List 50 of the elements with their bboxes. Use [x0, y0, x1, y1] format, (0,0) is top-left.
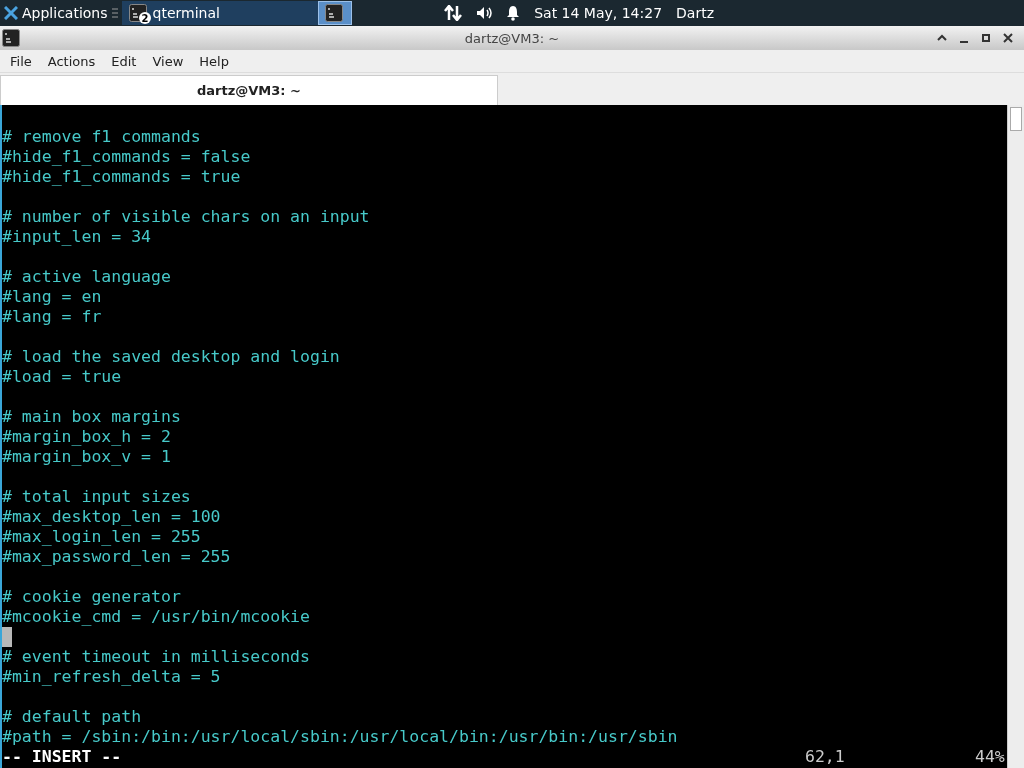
code-line: #load = true [2, 367, 122, 386]
code-line: # remove f1 commands [2, 127, 201, 146]
terminal-icon [324, 4, 343, 22]
window-title: dartz@VM3: ~ [464, 30, 560, 46]
x-logo-icon [4, 6, 18, 20]
code-line: # active language [2, 267, 171, 286]
terminal-icon [2, 29, 20, 47]
menu-item[interactable]: Help [191, 53, 237, 69]
scrollbar[interactable] [1007, 105, 1024, 768]
count-badge: 2 [138, 12, 151, 24]
maximize-button[interactable] [980, 32, 992, 44]
bell-icon[interactable] [506, 5, 521, 21]
code-line: #hide_f1_commands = true [2, 167, 241, 186]
menu-item[interactable]: Edit [103, 53, 145, 69]
code-line: # event timeout in milliseconds [2, 647, 310, 666]
volume-icon[interactable] [476, 6, 493, 20]
network-icon[interactable] [444, 5, 463, 21]
menu-item[interactable]: Actions [39, 53, 104, 69]
code-line: # main box margins [2, 407, 181, 426]
code-line: #mcookie_cmd = /usr/bin/mcookie [2, 607, 310, 626]
menu-item[interactable]: File [2, 53, 40, 69]
scroll-percent: 44% [975, 747, 1006, 767]
code-line: # number of visible chars on an input [2, 207, 370, 226]
code-line: #max_desktop_len = 100 [2, 507, 221, 526]
taskbar-button[interactable]: 2 qterminal [121, 1, 318, 25]
code-line: # total input sizes [2, 487, 191, 506]
close-button[interactable] [1002, 32, 1014, 44]
mode-indicator: -- INSERT -- [2, 747, 122, 767]
terminal-tab[interactable]: dartz@VM3: ~ [0, 75, 498, 105]
code-line: #lang = en [2, 287, 102, 306]
code-line: # load the saved desktop and login [2, 347, 340, 366]
code-line: #hide_f1_commands = false [2, 147, 251, 166]
menu-icon [111, 8, 118, 18]
clock[interactable]: Sat 14 May, 14:27 [534, 5, 663, 21]
applications-menu[interactable]: Applications [0, 0, 122, 26]
code-line: #path = /sbin:/bin:/usr/local/sbin:/usr/local/bin:/usr/bin:/usr/sbin [2, 727, 678, 746]
menu-item[interactable]: View [144, 53, 192, 69]
code-line: #margin_box_v = 1 [2, 447, 171, 466]
text-cursor [2, 627, 12, 647]
code-line: #lang = fr [2, 307, 102, 326]
code-line: # cookie generator [2, 587, 181, 606]
cursor-position: 62,1 [805, 747, 846, 767]
taskbar-button[interactable] [317, 1, 352, 25]
user-name[interactable]: Dartz [676, 5, 714, 21]
code-line: #input_len = 34 [2, 227, 151, 246]
code-line: #max_login_len = 255 [2, 527, 201, 546]
code-line: # default path [2, 707, 142, 726]
code-line: #max_password_len = 255 [2, 547, 231, 566]
code-line: #margin_box_h = 2 [2, 427, 171, 446]
code-line: #min_refresh_delta = 5 [2, 667, 221, 686]
